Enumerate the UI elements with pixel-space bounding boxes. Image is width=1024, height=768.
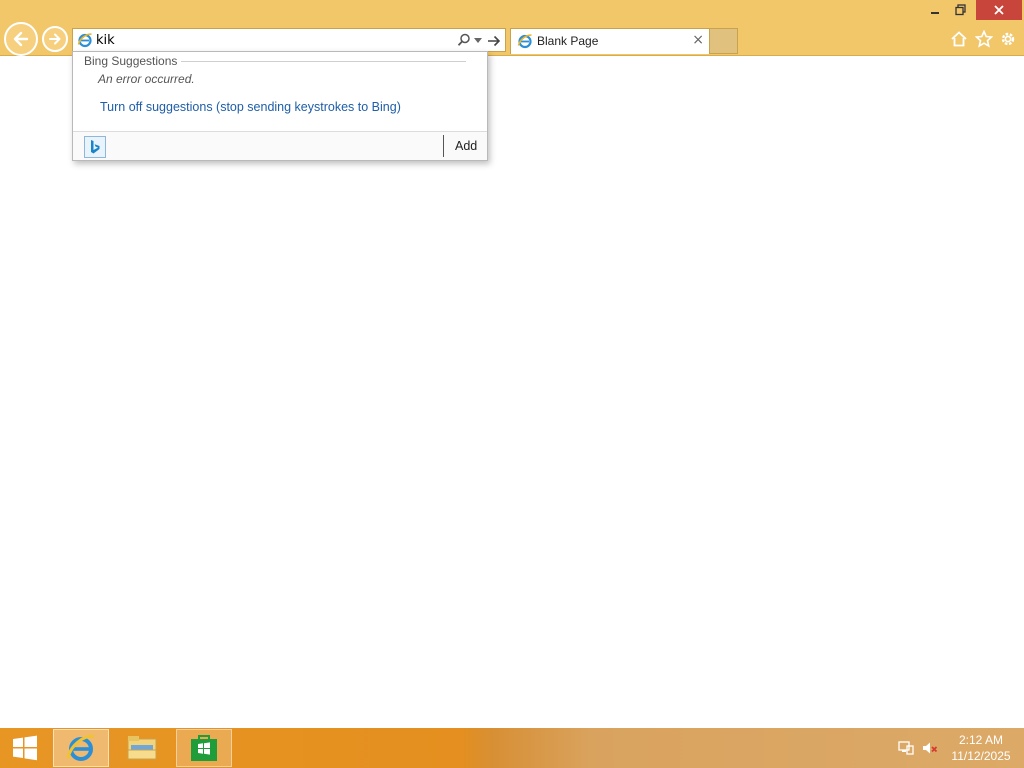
ie-page-icon [77,33,92,48]
back-arrow-icon [13,31,29,47]
start-button[interactable] [0,728,50,768]
close-icon [994,5,1004,15]
home-icon [951,31,967,47]
volume-tray-button[interactable] [920,728,940,768]
gear-icon [1001,32,1015,46]
network-tray-button[interactable] [896,728,916,768]
new-tab-button[interactable] [710,28,738,54]
tab-title: Blank Page [537,34,599,48]
turn-off-suggestions-link[interactable]: Turn off suggestions (stop sending keyst… [100,100,401,114]
bing-icon [91,140,100,154]
address-input[interactable] [96,31,446,49]
address-bar[interactable] [72,28,506,52]
restore-icon [955,4,966,16]
add-provider-button[interactable]: Add [455,139,477,153]
ie-page-icon [517,34,532,49]
tab-blank-page[interactable]: Blank Page × [510,28,710,54]
home-button[interactable] [949,29,969,49]
error-message: An error occurred. [98,72,195,86]
go-arrow-icon[interactable] [487,34,501,48]
taskbar-internet-explorer[interactable] [53,729,109,767]
suggestions-header: Bing Suggestions [84,54,178,68]
network-icon [898,741,914,755]
close-tab-icon[interactable]: × [692,32,704,48]
clock-time: 2:12 AM [958,733,1004,747]
minimize-button[interactable] [922,0,948,20]
forward-arrow-icon [49,33,61,45]
windows-logo-icon [13,735,37,761]
minimize-icon [931,12,939,14]
volume-muted-icon [923,742,938,754]
forward-button[interactable] [42,26,68,52]
close-window-button[interactable] [976,0,1022,20]
clock-date: 11/12/2025 [951,749,1011,763]
taskbar-file-explorer[interactable] [114,729,170,767]
star-icon [975,30,993,48]
search-icon[interactable] [457,33,471,47]
taskbar: 2:12 AM 11/12/2025 [0,728,1024,768]
clock[interactable]: 2:12 AM 11/12/2025 [944,732,1018,764]
favorites-button[interactable] [974,29,994,49]
divider [443,135,444,157]
tools-button[interactable] [998,29,1018,49]
store-icon [191,735,217,761]
taskbar-windows-store[interactable] [176,729,232,767]
suggestions-footer: Add [73,131,487,160]
folder-icon [127,736,157,760]
browser-toolbar: Blank Page × [0,0,1024,56]
browser-window: Blank Page × [0,0,1024,728]
restore-button[interactable] [948,0,974,20]
divider [181,61,466,62]
back-button[interactable] [4,22,38,56]
bing-search-provider-button[interactable] [84,136,106,158]
internet-explorer-icon [66,734,95,761]
chevron-down-icon[interactable] [474,38,482,43]
suggestions-dropdown: Bing Suggestions An error occurred. Turn… [72,51,488,161]
